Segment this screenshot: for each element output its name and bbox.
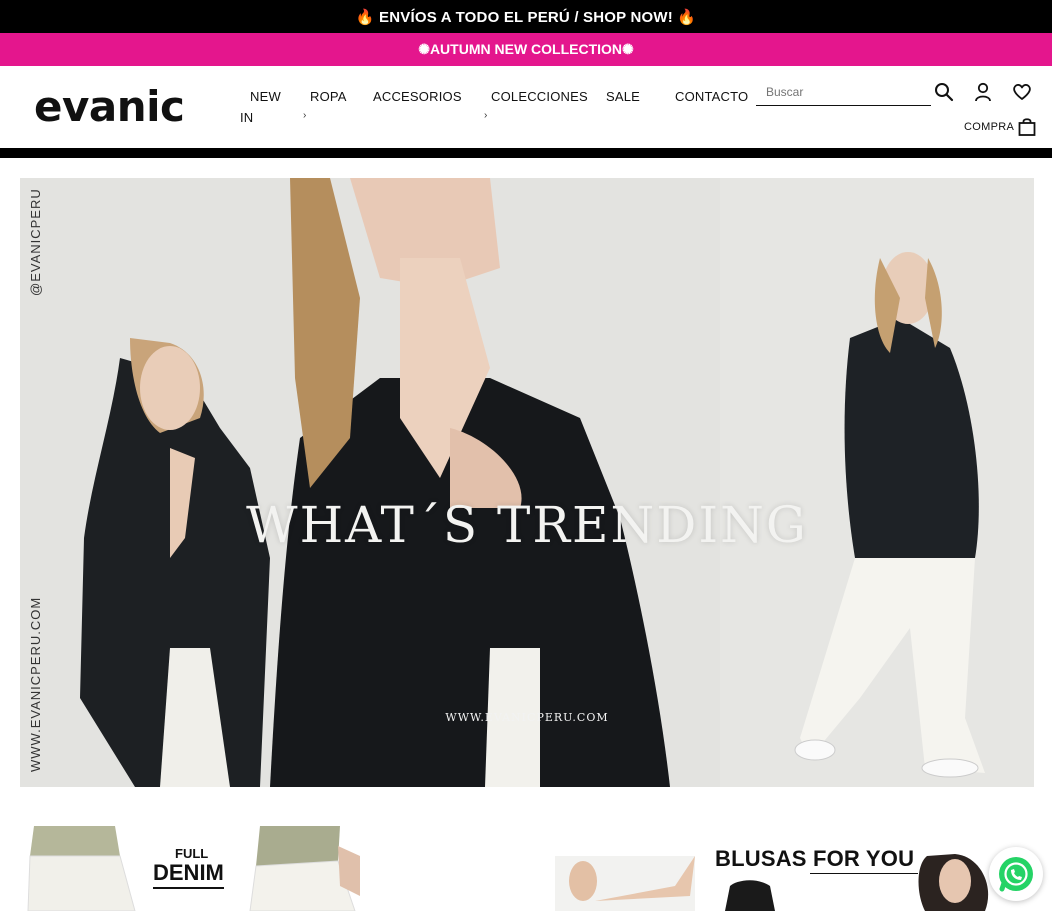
- whatsapp-icon: [999, 857, 1033, 892]
- tile-heading: BLUSAS FOR YOU: [715, 846, 915, 871]
- nav-item-accesorios[interactable]: ACCESORIOS: [373, 89, 462, 104]
- cart-label[interactable]: COMPRA: [964, 121, 1014, 133]
- tile-heading-line2: DENIM: [153, 860, 224, 889]
- chevron-icon: ›: [303, 110, 307, 121]
- hero-banner[interactable]: @EVANICPERU WWW.EVANICPERU.COM WHAT´S TR…: [20, 178, 1034, 787]
- hero-image: [20, 178, 1034, 787]
- hero-side-handle: @EVANICPERU: [28, 188, 43, 296]
- tile-underline: [810, 873, 918, 874]
- nav-item-new-in[interactable]: NEW: [250, 89, 281, 104]
- announcement-bar: 🔥 ENVÍOS A TODO EL PERÚ / SHOP NOW! 🔥: [0, 0, 1052, 33]
- bag-icon[interactable]: [1018, 117, 1036, 136]
- nav-item-contacto[interactable]: CONTACTO: [675, 89, 748, 104]
- tile-full-denim[interactable]: FULL DENIM: [20, 826, 360, 911]
- site-header: evanic NEW IN › ROPA ACCESORIOS › COLECC…: [0, 66, 1052, 148]
- chevron-icon: ›: [484, 110, 488, 121]
- search-box: [756, 78, 931, 106]
- search-icon[interactable]: [934, 82, 954, 102]
- nav-item-colecciones[interactable]: COLECCIONES: [491, 89, 588, 104]
- tile-heading-line1: FULL: [175, 846, 209, 861]
- nav-item-sale[interactable]: SALE: [606, 89, 640, 104]
- whatsapp-button[interactable]: [989, 847, 1043, 901]
- header-divider: [0, 148, 1052, 158]
- nav-item-new-in-line2[interactable]: IN: [240, 110, 253, 125]
- hero-side-url: WWW.EVANICPERU.COM: [28, 596, 43, 772]
- tile-blusas[interactable]: BLUSAS FOR YOU: [555, 826, 995, 911]
- hero-url-caption: WWW.EVANICPERU.COM: [445, 711, 609, 724]
- logo[interactable]: evanic: [34, 82, 185, 131]
- search-input[interactable]: [756, 78, 931, 105]
- promo-bar[interactable]: ✺AUTUMN NEW COLLECTION✺: [0, 33, 1052, 66]
- nav-item-ropa[interactable]: ROPA: [310, 89, 347, 104]
- heart-icon[interactable]: [1012, 83, 1032, 101]
- announcement-text: 🔥 ENVÍOS A TODO EL PERÚ / SHOP NOW! 🔥: [355, 8, 697, 26]
- hero-title: WHAT´S TRENDING: [246, 496, 808, 554]
- user-icon[interactable]: [974, 82, 992, 102]
- promo-text[interactable]: ✺AUTUMN NEW COLLECTION✺: [418, 41, 634, 58]
